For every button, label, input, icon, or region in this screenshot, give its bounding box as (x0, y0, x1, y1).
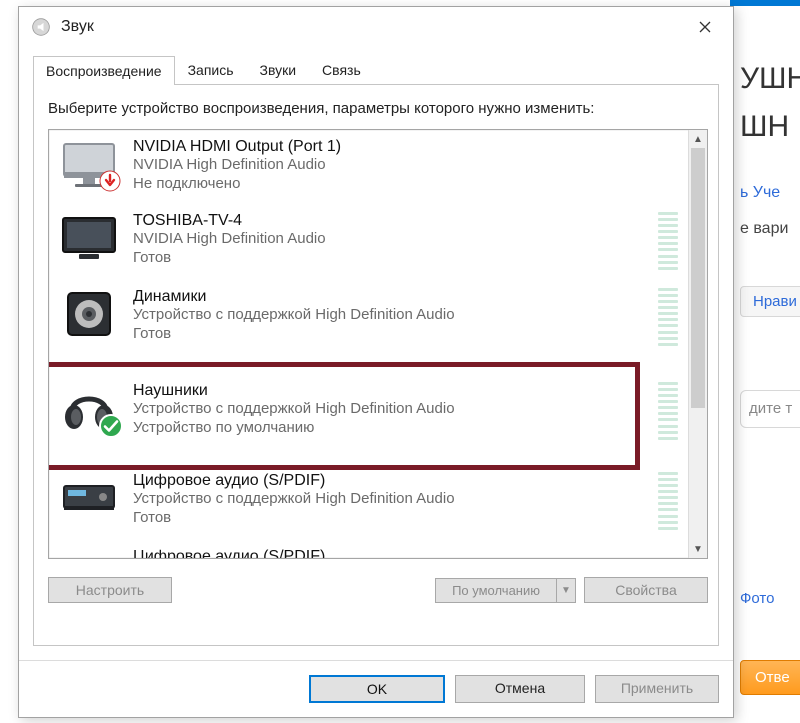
bg-variant-text: е вари (740, 220, 788, 238)
device-sub1: NVIDIA High Definition Audio (133, 156, 680, 175)
monitor-icon (59, 138, 119, 190)
properties-button[interactable]: Свойства (584, 577, 708, 603)
level-meter (658, 472, 678, 530)
close-icon (699, 21, 711, 33)
titlebar: Звук (19, 7, 733, 47)
sound-icon (31, 17, 51, 37)
device-list-wrap: NVIDIA HDMI Output (Port 1) NVIDIA High … (48, 129, 708, 559)
tab-strip: Воспроизведение Запись Звуки Связь (33, 55, 719, 85)
dialog-footer: OK Отмена Применить (19, 660, 733, 717)
tv-icon (59, 212, 119, 264)
device-item[interactable]: Наушники Устройство с поддержкой High De… (49, 356, 688, 464)
device-sub2: Готов (133, 249, 650, 268)
set-default-split-button[interactable]: По умолчанию ▼ (435, 578, 576, 603)
device-list[interactable]: NVIDIA HDMI Output (Port 1) NVIDIA High … (49, 130, 688, 558)
bg-heading-1: УШН (740, 62, 800, 96)
scroll-up-button[interactable]: ▲ (689, 130, 707, 148)
device-title: Динамики (133, 288, 650, 306)
dialog-title: Звук (61, 18, 683, 36)
device-sub1: Устройство с поддержкой High Definition … (133, 490, 650, 509)
receiver-icon (59, 472, 119, 524)
bg-photo-link[interactable]: Фото (740, 590, 774, 607)
tab-recording[interactable]: Запись (175, 55, 247, 84)
device-item[interactable]: TOSHIBA-TV-4 NVIDIA High Definition Audi… (49, 204, 688, 280)
bg-answer-button[interactable]: Отве (740, 660, 800, 695)
scroll-thumb[interactable] (691, 148, 705, 408)
disconnected-icon (99, 170, 121, 192)
device-title: TOSHIBA-TV-4 (133, 212, 650, 230)
level-meter (658, 288, 678, 346)
level-meter (658, 212, 678, 270)
browser-tab-strip (730, 0, 800, 6)
headphones-icon (59, 382, 119, 434)
device-sub1: NVIDIA High Definition Audio (133, 230, 650, 249)
bg-user-link[interactable]: ь Уче (740, 184, 780, 202)
device-sub1: Устройство с поддержкой High Definition … (133, 306, 650, 325)
device-sub2: Устройство по умолчанию (133, 419, 650, 438)
device-title: NVIDIA HDMI Output (Port 1) (133, 138, 680, 156)
receiver-icon (59, 548, 119, 559)
set-default-button[interactable]: По умолчанию (436, 579, 557, 602)
device-item[interactable]: Цифровое аудио (S/PDIF) Устройство с под… (49, 464, 688, 540)
check-icon (99, 414, 121, 436)
configure-button[interactable]: Настроить (48, 577, 172, 603)
bg-answer-input[interactable]: дите т (740, 390, 800, 428)
device-title: Цифровое аудио (S/PDIF) (133, 472, 650, 490)
tab-communications[interactable]: Связь (309, 55, 374, 84)
speaker-icon (59, 288, 119, 340)
ok-button[interactable]: OK (309, 675, 445, 703)
device-item[interactable]: NVIDIA HDMI Output (Port 1) NVIDIA High … (49, 130, 688, 204)
level-meter (658, 382, 678, 440)
scroll-track[interactable] (689, 148, 707, 540)
sound-dialog: Звук Воспроизведение Запись Звуки Связь … (18, 6, 734, 718)
device-item[interactable]: Цифровое аудио (S/PDIF) (49, 540, 688, 559)
device-sub2: Готов (133, 509, 650, 528)
device-title: Наушники (133, 382, 650, 400)
cancel-button[interactable]: Отмена (455, 675, 585, 703)
bg-heading-2: ШН (740, 110, 789, 144)
tab-playback[interactable]: Воспроизведение (33, 56, 175, 85)
tab-sounds[interactable]: Звуки (247, 55, 310, 84)
set-default-dropdown[interactable]: ▼ (557, 579, 575, 602)
device-title: Цифровое аудио (S/PDIF) (133, 548, 680, 559)
device-sub1: Устройство с поддержкой High Definition … (133, 400, 650, 419)
scrollbar[interactable]: ▲ ▼ (688, 130, 707, 558)
device-sub2: Готов (133, 325, 650, 344)
tab-content: Выберите устройство воспроизведения, пар… (33, 85, 719, 646)
apply-button[interactable]: Применить (595, 675, 719, 703)
scroll-down-button[interactable]: ▼ (689, 540, 707, 558)
bg-like-button[interactable]: Нрави (740, 286, 800, 317)
instruction-text: Выберите устройство воспроизведения, пар… (48, 99, 708, 119)
bottom-button-row: Настроить По умолчанию ▼ Свойства (48, 559, 708, 603)
device-item[interactable]: Динамики Устройство с поддержкой High De… (49, 280, 688, 356)
device-sub2: Не подключено (133, 175, 680, 194)
close-button[interactable] (683, 9, 727, 45)
